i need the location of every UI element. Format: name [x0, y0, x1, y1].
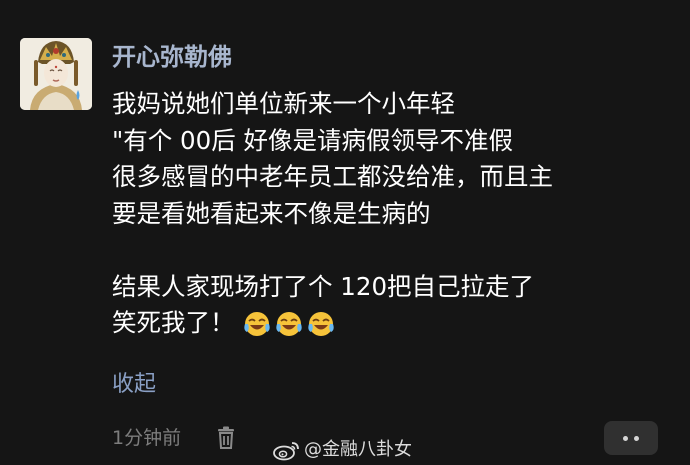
more-options-button[interactable]: [604, 421, 658, 455]
laughing-tears-emoji: [275, 312, 302, 336]
watermark: @金融八卦女: [272, 438, 412, 462]
comment-line: 要是看她看起来不像是生病的: [112, 198, 431, 228]
comment-line-blank: [112, 232, 553, 269]
collapse-link[interactable]: 收起: [112, 370, 156, 400]
laughing-tears-emoji: [243, 312, 270, 336]
weibo-logo-icon: [273, 442, 299, 461]
more-dot: [623, 435, 628, 441]
watermark-text: @金融八卦女: [304, 439, 412, 460]
comment-line: 结果人家现场打了个 120把自己拉走了: [112, 271, 535, 301]
username[interactable]: 开心弥勒佛: [112, 42, 232, 72]
comment-text: 我妈说她们单位新来一个小年轻 "有个 00后 好像是请病假领导不准假 很多感冒的…: [112, 86, 553, 342]
more-dot: [634, 435, 639, 441]
comment-line: 我妈说她们单位新来一个小年轻: [112, 89, 455, 118]
emoji-group: [243, 310, 335, 338]
laughing-tears-emoji: [307, 312, 334, 336]
timestamp: 1分钟前: [112, 427, 182, 449]
comment-line: "有个 00后 好像是请病假领导不准假: [112, 125, 514, 155]
trash-icon[interactable]: [215, 426, 237, 450]
avatar[interactable]: [20, 38, 92, 110]
comment-line: 笑死我了！: [112, 308, 235, 337]
comment-line: 很多感冒的中老年员工都没给准，而且主: [112, 162, 553, 191]
buddha-statue-image: [20, 38, 92, 110]
comment-line-last: 笑死我了！: [112, 305, 553, 342]
